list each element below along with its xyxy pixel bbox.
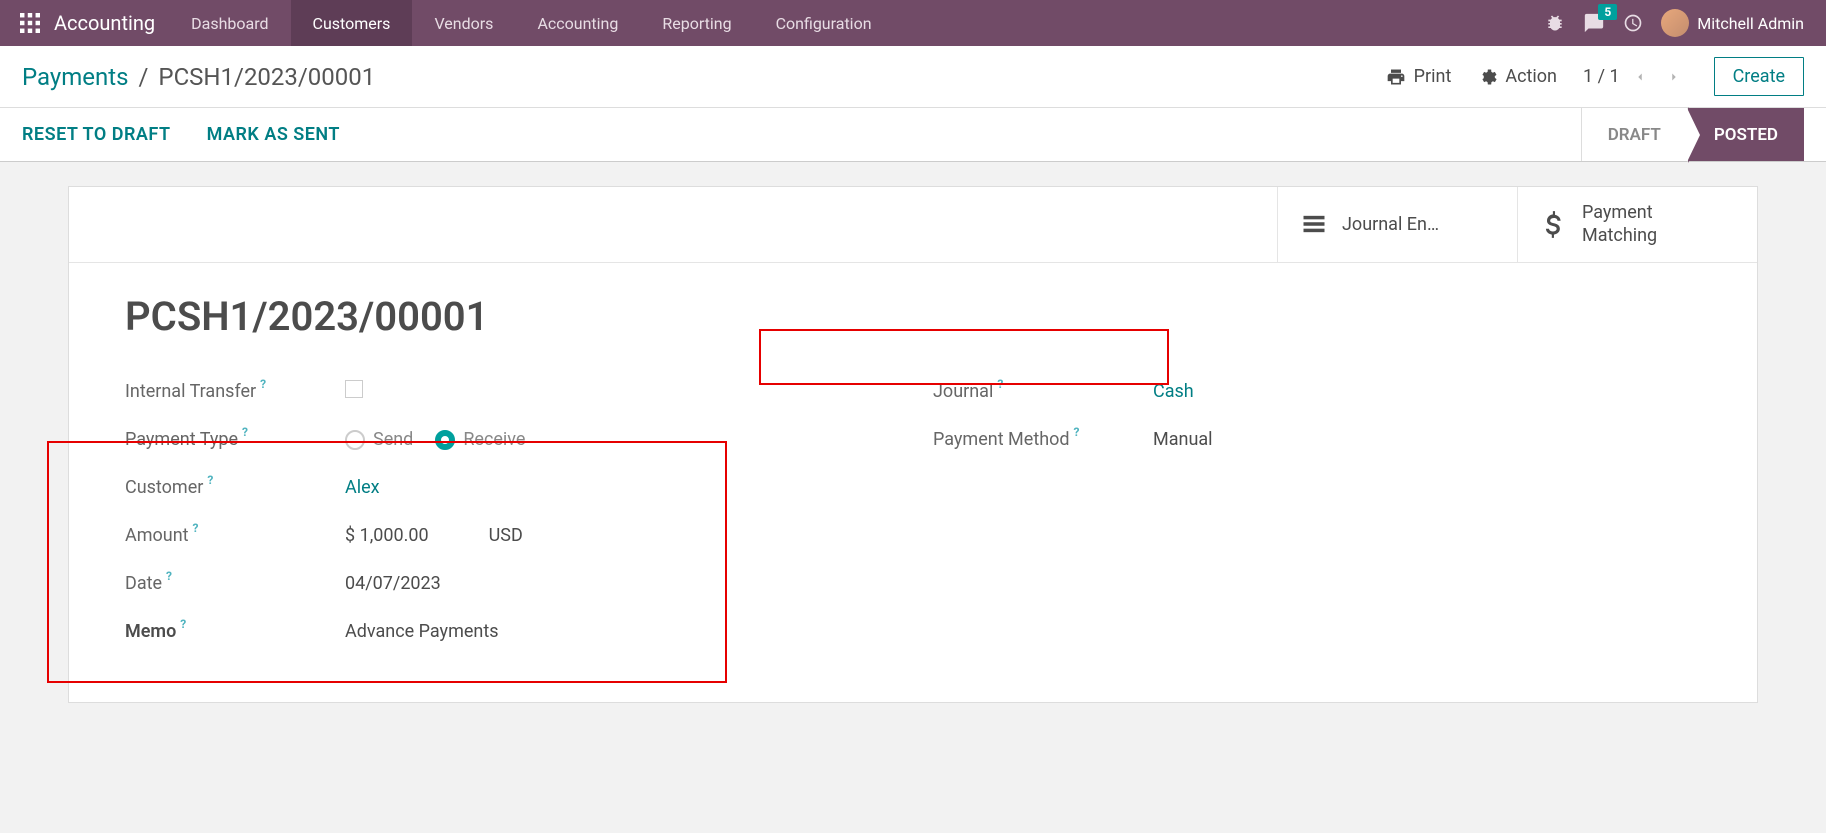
payment-matching-button[interactable]: Payment Matching <box>1517 187 1757 262</box>
status-steps: DRAFT POSTED <box>1581 108 1804 161</box>
stat-buttons: Journal En… Payment Matching <box>69 187 1757 263</box>
row-amount: Amount? $ 1,000.00 USD <box>125 512 893 560</box>
row-date: Date? 04/07/2023 <box>125 560 893 608</box>
row-payment-method: Payment Method? Manual <box>933 416 1701 464</box>
internal-transfer-checkbox[interactable] <box>345 380 363 398</box>
help-icon[interactable]: ? <box>260 377 266 391</box>
pager-next[interactable] <box>1660 63 1688 91</box>
status-posted[interactable]: POSTED <box>1687 108 1804 161</box>
breadcrumb-current: PCSH1/2023/00001 <box>158 63 375 91</box>
pager-text[interactable]: 1 / 1 <box>1583 66 1620 87</box>
pager-prev[interactable] <box>1626 63 1654 91</box>
date-value: 04/07/2023 <box>345 573 893 594</box>
sheet-body: PCSH1/2023/00001 Internal Transfer? Paym… <box>69 263 1757 702</box>
label-internal-transfer: Internal Transfer <box>125 381 256 402</box>
help-icon[interactable]: ? <box>242 425 248 439</box>
label-amount: Amount <box>125 525 189 546</box>
pager: 1 / 1 <box>1583 63 1688 91</box>
topnav-right: 5 Mitchell Admin <box>1545 9 1818 37</box>
label-memo: Memo <box>125 621 176 642</box>
status-bar: RESET TO DRAFT MARK AS SENT DRAFT POSTED <box>0 108 1826 162</box>
help-icon[interactable]: ? <box>997 377 1003 391</box>
main-menu: Dashboard Customers Vendors Accounting R… <box>169 0 893 46</box>
record-title: PCSH1/2023/00001 <box>125 293 1701 340</box>
help-icon[interactable]: ? <box>166 569 172 583</box>
journal-value[interactable]: Cash <box>1153 381 1701 402</box>
help-icon[interactable]: ? <box>180 617 186 631</box>
label-journal: Journal <box>933 381 993 402</box>
sheet-wrap: Journal En… Payment Matching PCSH1/2023/… <box>0 162 1826 727</box>
discuss-icon[interactable]: 5 <box>1583 12 1605 34</box>
status-draft[interactable]: DRAFT <box>1581 108 1687 161</box>
user-name: Mitchell Admin <box>1697 14 1804 33</box>
form-col-right: Journal? Cash Payment Method? Manual <box>933 368 1701 656</box>
label-payment-method: Payment Method <box>933 429 1070 450</box>
form-sheet: Journal En… Payment Matching PCSH1/2023/… <box>68 186 1758 703</box>
label-payment-type: Payment Type <box>125 429 238 450</box>
action-label: Action <box>1505 66 1557 87</box>
breadcrumb-sep: / <box>139 63 149 91</box>
label-customer: Customer <box>125 477 203 498</box>
row-memo: Memo? Advance Payments <box>125 608 893 656</box>
journal-entries-label: Journal En… <box>1342 213 1439 236</box>
menu-configuration[interactable]: Configuration <box>754 0 894 46</box>
radio-circle-icon <box>345 430 365 450</box>
row-payment-type: Payment Type? Send Receive <box>125 416 893 464</box>
breadcrumb-payments[interactable]: Payments <box>22 63 129 91</box>
dollar-icon <box>1540 210 1568 238</box>
apps-icon[interactable] <box>16 9 44 37</box>
debug-icon[interactable] <box>1545 13 1565 33</box>
menu-reporting[interactable]: Reporting <box>640 0 753 46</box>
memo-value: Advance Payments <box>345 621 893 642</box>
print-label: Print <box>1414 66 1452 87</box>
menu-accounting[interactable]: Accounting <box>515 0 640 46</box>
print-button[interactable]: Print <box>1386 66 1452 87</box>
menu-vendors[interactable]: Vendors <box>412 0 515 46</box>
action-button[interactable]: Action <box>1477 66 1557 87</box>
radio-send[interactable]: Send <box>345 429 413 450</box>
menu-dashboard[interactable]: Dashboard <box>169 0 290 46</box>
create-button[interactable]: Create <box>1714 57 1804 96</box>
user-menu[interactable]: Mitchell Admin <box>1661 9 1804 37</box>
list-icon <box>1300 210 1328 238</box>
help-icon[interactable]: ? <box>193 521 199 535</box>
form-col-left: Internal Transfer? Payment Type? Send Re… <box>125 368 893 656</box>
reset-to-draft-button[interactable]: RESET TO DRAFT <box>22 124 171 145</box>
mark-as-sent-button[interactable]: MARK AS SENT <box>207 124 340 145</box>
row-journal: Journal? Cash <box>933 368 1701 416</box>
row-customer: Customer? Alex <box>125 464 893 512</box>
discuss-badge: 5 <box>1598 4 1617 20</box>
row-internal-transfer: Internal Transfer? <box>125 368 893 416</box>
payment-matching-label: Payment Matching <box>1582 201 1657 248</box>
help-icon[interactable]: ? <box>1074 425 1080 439</box>
label-date: Date <box>125 573 162 594</box>
menu-customers[interactable]: Customers <box>291 0 413 46</box>
control-bar-right: Print Action 1 / 1 Create <box>1386 57 1804 96</box>
form-columns: Internal Transfer? Payment Type? Send Re… <box>125 368 1701 656</box>
currency-value: USD <box>489 525 523 546</box>
help-icon[interactable]: ? <box>207 473 213 487</box>
breadcrumb: Payments / PCSH1/2023/00001 <box>22 63 375 91</box>
control-bar: Payments / PCSH1/2023/00001 Print Action… <box>0 46 1826 108</box>
journal-entries-button[interactable]: Journal En… <box>1277 187 1517 262</box>
radio-receive[interactable]: Receive <box>435 429 525 450</box>
payment-method-value: Manual <box>1153 429 1701 450</box>
radio-circle-icon <box>435 430 455 450</box>
activities-icon[interactable] <box>1623 13 1643 33</box>
app-name[interactable]: Accounting <box>50 11 169 35</box>
customer-value[interactable]: Alex <box>345 477 893 498</box>
top-nav: Accounting Dashboard Customers Vendors A… <box>0 0 1826 46</box>
avatar <box>1661 9 1689 37</box>
amount-value: $ 1,000.00 <box>345 525 429 546</box>
